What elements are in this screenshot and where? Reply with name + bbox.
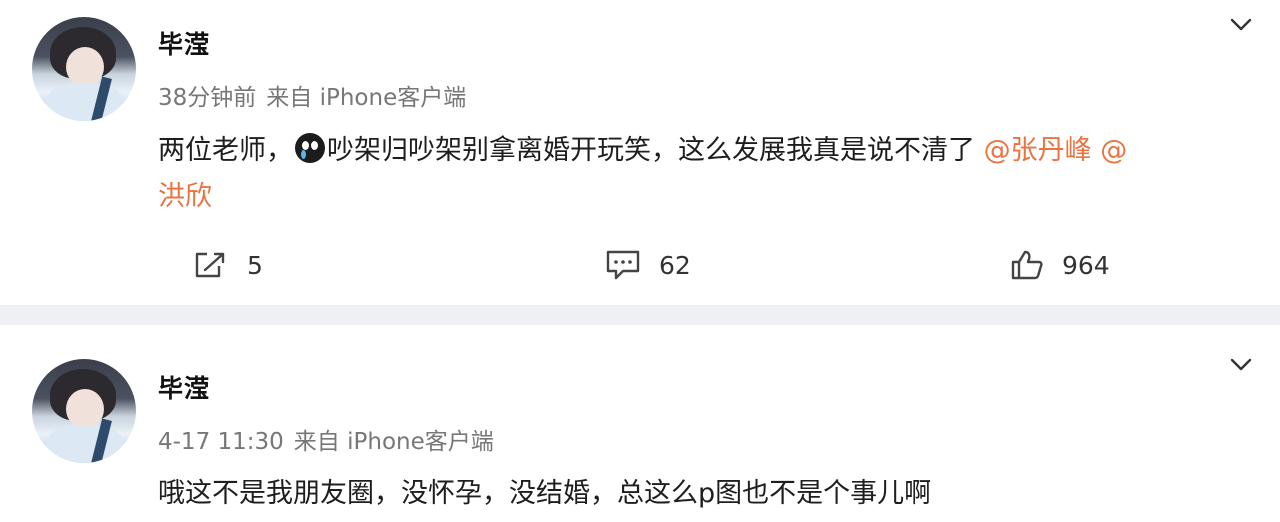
post-text: 两位老师， [158, 135, 293, 166]
avatar[interactable] [32, 359, 136, 463]
post-divider [0, 305, 1280, 325]
author-name[interactable]: 毕滢 [158, 369, 210, 405]
post-source[interactable]: 来自 iPhone客户端 [266, 85, 466, 111]
like-button[interactable]: 964 [1010, 242, 1110, 288]
avatar[interactable] [32, 17, 136, 121]
like-count: 964 [1062, 250, 1110, 280]
repost-button[interactable]: 5 [193, 242, 263, 288]
crying-emoji-icon [295, 133, 325, 163]
action-bar: 5 62 964 [0, 242, 1280, 288]
post-source[interactable]: 来自 iPhone客户端 [294, 429, 494, 455]
chevron-down-icon[interactable] [1228, 352, 1254, 378]
post-card: 毕滢 38分钟前 来自 iPhone客户端 两位老师， 吵架归吵架别拿离婚开玩笑，这… [0, 0, 1280, 305]
thumbs-up-icon [1011, 250, 1043, 280]
post-card: 毕滢 4-17 11:30 来自 iPhone客户端 哦这不是我朋友圈，没怀孕，没… [0, 325, 1280, 522]
chevron-down-icon[interactable] [1228, 12, 1254, 38]
author-name[interactable]: 毕滢 [158, 25, 210, 61]
comment-count: 62 [659, 250, 691, 280]
mention-link[interactable]: @ [1100, 135, 1127, 166]
post-content: 哦这不是我朋友圈，没怀孕，没结婚，总这么p图也不是个事儿啊 [158, 471, 1258, 517]
comment-icon [606, 250, 640, 280]
mention-link[interactable]: @张丹峰 [984, 135, 1092, 166]
mention-link[interactable]: 洪欣 [158, 181, 212, 212]
post-meta: 38分钟前 来自 iPhone客户端 [158, 78, 476, 112]
post-text: 哦这不是我朋友圈，没怀孕，没结婚，总这么p图也不是个事儿啊 [158, 478, 932, 509]
post-time: 38分钟前 [158, 85, 257, 111]
post-text: 吵架归吵架别拿离婚开玩笑，这么发展我真是说不清了 [327, 135, 975, 166]
repost-count: 5 [247, 250, 263, 280]
post-meta: 4-17 11:30 来自 iPhone客户端 [158, 422, 504, 456]
post-content: 两位老师， 吵架归吵架别拿离婚开玩笑，这么发展我真是说不清了 @张丹峰 @ 洪欣 [158, 128, 1258, 220]
post-time: 4-17 11:30 [158, 429, 284, 455]
comment-button[interactable]: 62 [605, 242, 691, 288]
repost-icon [195, 252, 225, 278]
